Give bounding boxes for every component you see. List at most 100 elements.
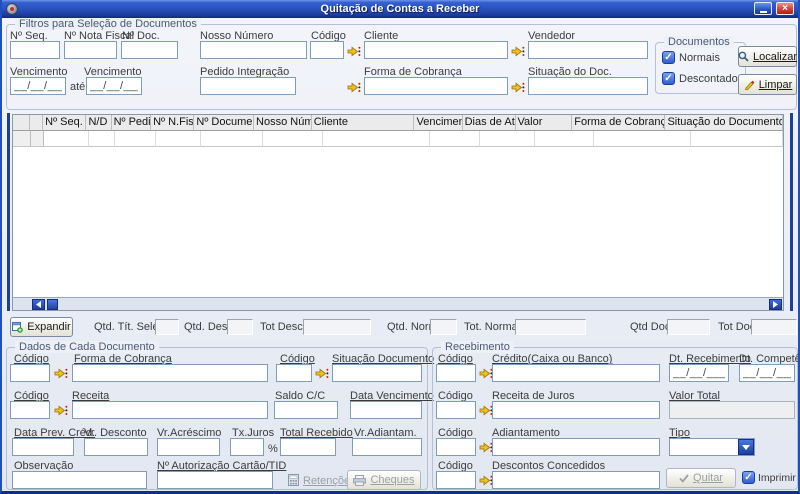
eraser-pencil-icon: [743, 79, 755, 90]
documentos-groupbox: Documentos: [655, 42, 746, 94]
nnf-input[interactable]: [64, 41, 117, 59]
normais-checkbox-label: Normais: [679, 52, 720, 64]
receb-dt-competencia-input[interactable]: [739, 364, 795, 382]
minimize-button[interactable]: [754, 2, 772, 15]
quitar-button-label: Quitar: [693, 472, 723, 484]
chevron-down-icon[interactable]: [738, 439, 754, 455]
window-title: Quitação de Contas a Receber: [2, 3, 798, 15]
dados-saldo-cc-input[interactable]: [274, 401, 338, 419]
grid-header-valor[interactable]: Valor: [516, 115, 573, 131]
grid-header-nd[interactable]: N/D: [86, 115, 111, 131]
close-icon: ×: [782, 4, 788, 14]
vencimento-ate-input[interactable]: [86, 77, 142, 95]
dados-receita-input[interactable]: [72, 401, 268, 419]
pedido-integracao-input[interactable]: [200, 77, 296, 95]
localizar-button-label: Localizar: [753, 51, 797, 63]
grid-header-cliente[interactable]: Cliente: [312, 115, 415, 131]
percent-sign: %: [268, 443, 278, 455]
title-bar[interactable]: Quitação de Contas a Receber ×: [2, 0, 798, 18]
nosso-numero-input[interactable]: [200, 41, 307, 59]
documents-grid: Nº Seq. N/D Nº Pedido Nº N.Fiscal Nº Doc…: [12, 114, 784, 311]
quitar-button[interactable]: Quitar: [666, 468, 736, 488]
receb-juros-lookup-hand-icon[interactable]: [479, 404, 493, 417]
localizar-button[interactable]: Localizar: [738, 46, 797, 67]
dados-vr-desconto-input[interactable]: [84, 438, 148, 456]
grid-header-vencimento[interactable]: Vencimento: [414, 115, 462, 131]
cliente-lookup-hand-icon[interactable]: [347, 45, 361, 58]
receb-receita-juros-input[interactable]: [492, 401, 660, 419]
dados-tx-juros-input[interactable]: [230, 438, 264, 456]
grid-empty-row[interactable]: [13, 131, 783, 147]
situacao-doc-filter-input[interactable]: [528, 77, 648, 95]
expand-grid-icon: [12, 322, 23, 333]
receb-credito-lookup-hand-icon[interactable]: [479, 367, 493, 380]
vendedor-input[interactable]: [528, 41, 648, 59]
receb-adiantamento-input[interactable]: [492, 438, 660, 456]
forma-cobranca-lookup-hand-icon[interactable]: [347, 81, 361, 94]
qtd-doc-value: [667, 319, 710, 335]
dados-observacao-input[interactable]: [12, 471, 147, 489]
documentos-groupbox-caption: Documentos: [664, 36, 734, 48]
vencimento-de-input[interactable]: [10, 77, 66, 95]
scroll-left-arrow-icon[interactable]: [32, 299, 45, 310]
forma-cobranca-filter-input[interactable]: [364, 77, 508, 95]
scrollbar-thumb[interactable]: [47, 299, 58, 310]
tot-normal-value: [515, 319, 586, 335]
dados-total-recebido-input[interactable]: [280, 438, 336, 456]
scroll-right-arrow-icon[interactable]: [769, 299, 782, 310]
receb-descontos-input[interactable]: [492, 471, 660, 489]
receb-adiant-lookup-hand-icon[interactable]: [479, 441, 493, 454]
grid-horizontal-scrollbar[interactable]: [13, 297, 783, 310]
receb-codigo-juros-input[interactable]: [436, 401, 476, 419]
dados-data-vencimento-input[interactable]: [350, 401, 422, 419]
receb-dt-recebimento-input[interactable]: [669, 364, 729, 382]
cliente-input[interactable]: [364, 41, 508, 59]
expandir-button[interactable]: Expandir: [10, 317, 73, 337]
receb-codigo-credito-input[interactable]: [436, 364, 476, 382]
grid-header-nseq[interactable]: Nº Seq.: [43, 115, 86, 131]
imprimir-recibos-checkbox[interactable]: [742, 471, 755, 484]
limpar-button[interactable]: Limpar: [738, 74, 797, 95]
receb-desc-lookup-hand-icon[interactable]: [479, 474, 493, 487]
dados-autorizacao-input[interactable]: [157, 471, 273, 489]
situacao-doc-lookup-hand-icon[interactable]: [511, 81, 525, 94]
dados-codigo-forma-input[interactable]: [10, 364, 50, 382]
nseq-input[interactable]: [10, 41, 60, 59]
grid-header-ndocumento[interactable]: Nº Documento: [194, 115, 254, 131]
expandir-button-label: Expandir: [27, 321, 70, 333]
dados-receita-lookup-hand-icon[interactable]: [54, 404, 68, 417]
dados-codigo-situacao-input[interactable]: [276, 364, 312, 382]
grid-header-nosso-numero[interactable]: Nosso Número: [254, 115, 312, 131]
receb-codigo-desc-input[interactable]: [436, 471, 476, 489]
check-icon: [679, 474, 689, 483]
dados-situacao-documento-input[interactable]: [332, 364, 422, 382]
app-window: Quitação de Contas a Receber × Filtros p…: [0, 0, 800, 494]
receb-credito-input[interactable]: [492, 364, 660, 382]
cheques-button[interactable]: Cheques: [347, 470, 421, 490]
descontados-checkbox-label: Descontados: [679, 73, 743, 85]
vendedor-lookup-hand-icon[interactable]: [511, 45, 525, 58]
ndoc-input[interactable]: [121, 41, 178, 59]
dados-data-prev-cred-input[interactable]: [12, 438, 74, 456]
codigo-cliente-input[interactable]: [310, 41, 344, 59]
normais-checkbox[interactable]: [662, 51, 675, 64]
dados-vr-adiantam-input[interactable]: [352, 438, 422, 456]
tot-desc-label: Tot Desc:: [260, 321, 306, 333]
receb-codigo-adiant-input[interactable]: [436, 438, 476, 456]
close-button[interactable]: ×: [776, 2, 794, 15]
grid-header-dias-atraso[interactable]: Dias de Atraso: [463, 115, 516, 131]
grid-header-nfiscal[interactable]: Nº N.Fiscal: [151, 115, 194, 131]
grid-header-forma-cobranca[interactable]: Forma de Cobrança: [572, 115, 665, 131]
dados-forma-cobranca-input[interactable]: [72, 364, 268, 382]
dados-codigo-receita-input[interactable]: [10, 401, 50, 419]
dados-forma-lookup-hand-icon[interactable]: [54, 367, 68, 380]
grid-header-blank: [30, 115, 43, 131]
qtd-normal-value: [430, 319, 457, 335]
receb-valor-total-input: [669, 401, 795, 419]
grid-header-situacao-documento[interactable]: Situação do Documento: [665, 115, 783, 131]
dados-vr-acrescimo-input[interactable]: [157, 438, 220, 456]
grid-header-npedido[interactable]: Nº Pedido: [112, 115, 152, 131]
descontados-checkbox[interactable]: [662, 72, 675, 85]
dados-documento-caption: Dados de Cada Documento: [15, 341, 159, 353]
dados-situacao-lookup-hand-icon[interactable]: [315, 367, 329, 380]
